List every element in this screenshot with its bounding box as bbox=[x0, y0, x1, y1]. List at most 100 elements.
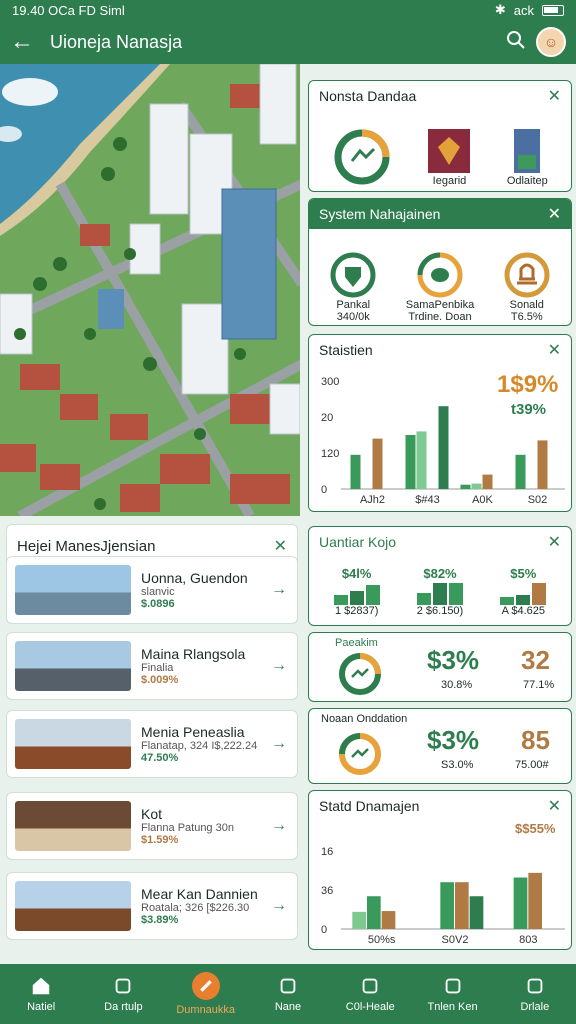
x-tick-label: AJh2 bbox=[360, 494, 385, 506]
mini-bar-label: 2 $6.150) bbox=[416, 605, 464, 617]
list-item-subtitle: Roatala; 326 [$226.30 bbox=[141, 902, 250, 914]
nav-item-label: Tnlen Ken bbox=[427, 1001, 478, 1013]
chart-badge: $$55% bbox=[515, 821, 556, 836]
app-bar: ← Uioneja Nanasja ☺ bbox=[0, 20, 576, 64]
list-item[interactable]: Mear Kan Dannien Roatala; 326 [$226.30 $3.… bbox=[6, 872, 298, 940]
list-title: Hejei ManesJjensian bbox=[17, 537, 156, 555]
bar bbox=[416, 431, 427, 489]
nav-item-label: Natiel bbox=[27, 1001, 56, 1013]
nav-item[interactable]: Drlale bbox=[494, 964, 576, 1024]
back-arrow-icon[interactable]: ← bbox=[10, 28, 46, 56]
card-items: Iegarid Odlaitep bbox=[309, 111, 571, 187]
list-item-thumbnail bbox=[15, 565, 131, 615]
nav-item[interactable]: Natiel bbox=[0, 964, 82, 1024]
chat-icon bbox=[191, 972, 220, 1000]
card-statistics-chart: Staistien ✕ 300 20 120 0 AJh2 $#43 A0K S02 1$9%… bbox=[308, 334, 572, 512]
list-item-percent: $.009% bbox=[141, 674, 179, 686]
chart-highlight-sub: t39% bbox=[511, 401, 547, 418]
mini-bar-label: 1 $2837) bbox=[334, 605, 379, 617]
arrow-right-icon[interactable]: → bbox=[271, 817, 289, 835]
close-icon[interactable]: ✕ bbox=[548, 796, 561, 816]
list-item-thumbnail bbox=[15, 641, 131, 691]
status-right-text: ack bbox=[513, 2, 534, 18]
bluetooth-icon: ✱ bbox=[494, 2, 506, 17]
mini-bar bbox=[448, 583, 463, 605]
bar bbox=[405, 435, 416, 489]
mini-bars bbox=[416, 583, 463, 605]
close-icon[interactable]: ✕ bbox=[548, 340, 561, 360]
chart-highlight: 1$9% bbox=[497, 371, 559, 398]
x-tick-label: S02 bbox=[528, 494, 548, 506]
mini-bar-group: $82% 2 $6.150) bbox=[415, 566, 465, 617]
camera-icon bbox=[362, 978, 378, 994]
arrow-right-icon[interactable]: → bbox=[271, 735, 289, 753]
bar bbox=[469, 896, 484, 929]
status-bar: 19.40 OCa FD Siml ✱ ack bbox=[0, 0, 576, 20]
percent-sub: S3.0% bbox=[441, 759, 474, 771]
card-nonsta-dandaa: Nonsta Dandaa ✕ Iegarid Odlaitep bbox=[308, 80, 572, 192]
list-item[interactable]: Uonna, Guendon slanvic $.0896 → bbox=[6, 556, 298, 624]
mini-bar-group: $4l% 1 $2837) bbox=[332, 566, 382, 617]
x-tick-label: A0K bbox=[472, 494, 493, 506]
list-item[interactable]: Maina Rlangsola Finalia $.009% → bbox=[6, 632, 298, 700]
x-tick-label: $#43 bbox=[415, 494, 439, 506]
y-tick-label: 0 bbox=[321, 484, 327, 496]
close-icon[interactable]: ✕ bbox=[548, 86, 561, 106]
list-item-thumbnail bbox=[15, 801, 131, 851]
percent-value: $3% bbox=[427, 645, 480, 675]
arrow-right-icon[interactable]: → bbox=[271, 657, 289, 675]
bar bbox=[515, 454, 526, 489]
item-value: T6.5% bbox=[510, 311, 543, 323]
temple-ring-icon bbox=[504, 252, 550, 298]
progress-ring-item bbox=[332, 127, 392, 187]
search-icon[interactable] bbox=[496, 30, 536, 55]
folder-icon bbox=[116, 978, 131, 994]
home-icon bbox=[32, 977, 50, 995]
y-tick-label: 300 bbox=[321, 376, 339, 388]
status-right: ✱ ack bbox=[495, 2, 564, 18]
leaf-ring-icon bbox=[417, 252, 463, 298]
percent-sub: 30.8% bbox=[441, 679, 473, 691]
close-icon[interactable]: ✕ bbox=[548, 532, 561, 552]
arrow-right-icon[interactable]: → bbox=[271, 897, 289, 915]
list-item-percent: $3.89% bbox=[141, 914, 179, 926]
bar bbox=[352, 911, 366, 929]
nav-item[interactable]: C0l-Heale bbox=[329, 964, 411, 1024]
list-item-percent: $1.59% bbox=[141, 834, 179, 846]
bar bbox=[528, 872, 542, 929]
x-tick-label: S0V2 bbox=[442, 934, 469, 946]
mini-bar-percent: $82% bbox=[423, 566, 457, 581]
list-item[interactable]: Kot Flanna Patung 30n $1.59% → bbox=[6, 792, 298, 860]
avatar[interactable]: ☺ bbox=[536, 27, 566, 57]
briefcase-icon bbox=[445, 978, 460, 994]
card-header: Staistien ✕ bbox=[309, 335, 571, 365]
list-item-percent: $.0896 bbox=[141, 598, 175, 610]
item-label: Sonald bbox=[509, 299, 544, 311]
city-map-image bbox=[0, 64, 302, 516]
card-system: System Nahajainen ✕ Pankal 340/0k SamaPe… bbox=[308, 198, 572, 326]
y-tick-label: 16 bbox=[321, 846, 333, 858]
close-icon[interactable]: ✕ bbox=[274, 536, 287, 556]
nav-item[interactable]: Tnlen Ken bbox=[411, 964, 493, 1024]
close-icon[interactable]: ✕ bbox=[548, 204, 561, 224]
list-item-title: Mear Kan Dannien bbox=[141, 886, 258, 902]
item-label: SamaPenbika bbox=[405, 299, 475, 311]
list-item-text: Menia Peneaslia Flanatap, 324 I$,222.24 47… bbox=[131, 724, 271, 764]
edit-icon bbox=[280, 978, 296, 994]
card-header: Uantiar Kojo ✕ bbox=[309, 527, 571, 557]
arrow-right-icon[interactable]: → bbox=[271, 581, 289, 599]
bar bbox=[471, 483, 482, 489]
mini-bar-label: A $4.625 bbox=[501, 605, 546, 617]
nav-item[interactable]: Da rtulp bbox=[82, 964, 164, 1024]
list-item-subtitle: Flanatap, 324 I$,222.24 bbox=[141, 740, 258, 752]
bar bbox=[440, 882, 454, 929]
ring-chart-icon bbox=[339, 733, 381, 775]
number-value: 85 bbox=[521, 725, 550, 755]
card-title: Staistien bbox=[319, 342, 373, 358]
mini-bar bbox=[500, 597, 515, 605]
bottom-nav: Natiel Da rtulp Dumnaukka Nane C0l-Heale Tnle… bbox=[0, 964, 576, 1024]
nav-item[interactable]: Nane bbox=[247, 964, 329, 1024]
list-item[interactable]: Menia Peneaslia Flanatap, 324 I$,222.24 47… bbox=[6, 710, 298, 778]
poster-item: Odlaitep bbox=[507, 127, 548, 187]
nav-item[interactable]: Dumnaukka bbox=[165, 964, 247, 1024]
